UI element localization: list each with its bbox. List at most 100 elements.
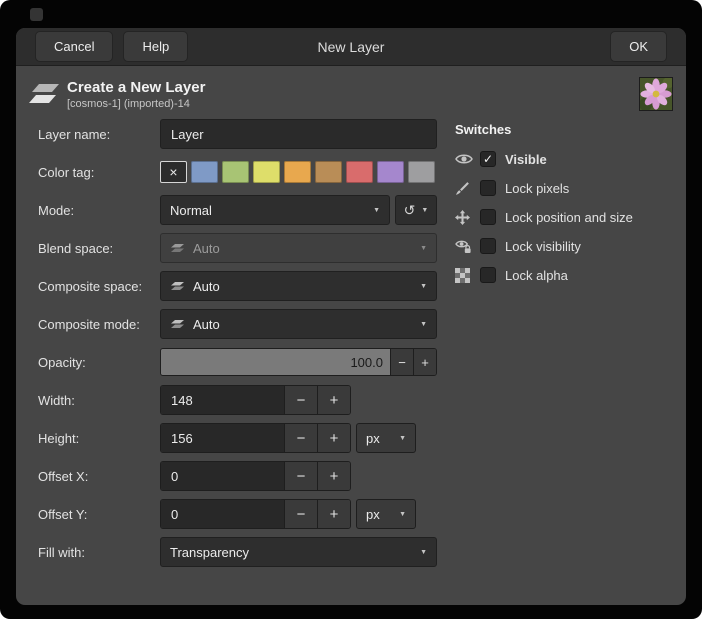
color-tag-red-swatch[interactable] bbox=[346, 161, 373, 183]
composite-mode-row: Composite mode: Auto ▼ bbox=[38, 309, 437, 339]
image-thumbnail bbox=[639, 77, 673, 111]
height-increment-button[interactable]: + bbox=[317, 424, 350, 452]
cross-icon: × bbox=[169, 165, 177, 179]
plus-icon: + bbox=[421, 355, 429, 370]
visible-checkbox[interactable]: ✓ bbox=[480, 151, 496, 167]
reset-icon: ↺ bbox=[404, 203, 416, 217]
help-button[interactable]: Help bbox=[123, 31, 188, 62]
dialog-window: Cancel Help New Layer OK Create a New La… bbox=[16, 28, 686, 605]
switch-label[interactable]: Lock pixels bbox=[505, 181, 569, 196]
chevron-down-icon: ▼ bbox=[420, 549, 427, 556]
switches-title: Switches bbox=[455, 122, 680, 137]
layer-icon bbox=[170, 319, 185, 329]
offset-x-increment-button[interactable]: + bbox=[317, 462, 350, 490]
blend-space-dropdown: Auto ▼ bbox=[160, 233, 437, 263]
blend-space-row: Blend space: Auto ▼ bbox=[38, 233, 437, 263]
fill-with-dropdown[interactable]: Transparency ▼ bbox=[160, 537, 437, 567]
new-layer-dialog: Cancel Help New Layer OK Create a New La… bbox=[0, 0, 702, 619]
chevron-down-icon: ▼ bbox=[420, 283, 427, 290]
chevron-down-icon: ▼ bbox=[399, 435, 406, 442]
visibility-lock-icon bbox=[455, 238, 474, 254]
offset-y-decrement-button[interactable]: − bbox=[284, 500, 317, 528]
mode-group-reset-dropdown[interactable]: ↺ ▼ bbox=[395, 195, 437, 225]
composite-space-row: Composite space: Auto ▼ bbox=[38, 271, 437, 301]
ok-button[interactable]: OK bbox=[610, 31, 667, 62]
height-decrement-button[interactable]: − bbox=[284, 424, 317, 452]
composite-mode-label: Composite mode: bbox=[38, 317, 160, 332]
color-tag-blue-swatch[interactable] bbox=[191, 161, 218, 183]
switch-lock-position-size[interactable]: ✓ Lock position and size bbox=[455, 206, 680, 228]
offset-x-decrement-button[interactable]: − bbox=[284, 462, 317, 490]
opacity-slider[interactable]: 100.0 bbox=[161, 349, 390, 375]
height-input[interactable] bbox=[161, 424, 284, 452]
alpha-checker-icon bbox=[455, 267, 474, 283]
color-tag-orange-swatch[interactable] bbox=[284, 161, 311, 183]
move-icon bbox=[455, 209, 474, 225]
mode-dropdown[interactable]: Normal ▼ bbox=[160, 195, 390, 225]
switch-lock-visibility[interactable]: ✓ Lock visibility bbox=[455, 235, 680, 257]
lock-alpha-checkbox[interactable]: ✓ bbox=[480, 267, 496, 283]
width-increment-button[interactable]: + bbox=[317, 386, 350, 414]
offset-y-input[interactable] bbox=[161, 500, 284, 528]
switch-label[interactable]: Lock visibility bbox=[505, 239, 581, 254]
opacity-decrement-button[interactable]: − bbox=[390, 349, 413, 375]
opacity-increment-button[interactable]: + bbox=[413, 349, 436, 375]
width-input[interactable] bbox=[161, 386, 284, 414]
chevron-down-icon: ▼ bbox=[399, 511, 406, 518]
lock-position-checkbox[interactable]: ✓ bbox=[480, 209, 496, 225]
plus-icon: + bbox=[330, 468, 339, 485]
switch-visible[interactable]: ✓ Visible bbox=[455, 148, 680, 170]
offset-x-label: Offset X: bbox=[38, 469, 160, 484]
mode-label: Mode: bbox=[38, 203, 160, 218]
switch-label[interactable]: Lock alpha bbox=[505, 268, 568, 283]
layer-stack-icon bbox=[28, 82, 60, 106]
width-decrement-button[interactable]: − bbox=[284, 386, 317, 414]
color-tag-swatches: × bbox=[160, 161, 437, 183]
composite-space-label: Composite space: bbox=[38, 279, 160, 294]
offset-unit-dropdown[interactable]: px ▼ bbox=[356, 499, 416, 529]
switch-lock-pixels[interactable]: ✓ Lock pixels bbox=[455, 177, 680, 199]
plus-icon: + bbox=[330, 392, 339, 409]
lock-pixels-checkbox[interactable]: ✓ bbox=[480, 180, 496, 196]
color-tag-yellow-swatch[interactable] bbox=[253, 161, 280, 183]
switch-label[interactable]: Visible bbox=[505, 152, 547, 167]
chevron-down-icon: ▼ bbox=[420, 245, 427, 252]
fill-with-label: Fill with: bbox=[38, 545, 160, 560]
chevron-down-icon: ▼ bbox=[421, 207, 428, 214]
layer-name-row: Layer name: bbox=[38, 119, 437, 149]
height-row: Height: − + px ▼ bbox=[38, 423, 437, 453]
color-tag-violet-swatch[interactable] bbox=[377, 161, 404, 183]
color-tag-brown-swatch[interactable] bbox=[315, 161, 342, 183]
switch-label[interactable]: Lock position and size bbox=[505, 210, 633, 225]
cancel-button[interactable]: Cancel bbox=[35, 31, 113, 62]
layer-form: Layer name: Color tag: × bbox=[38, 119, 437, 575]
minus-icon: − bbox=[398, 355, 406, 370]
composite-mode-dropdown[interactable]: Auto ▼ bbox=[160, 309, 437, 339]
window-icon bbox=[30, 8, 43, 21]
offset-x-input[interactable] bbox=[161, 462, 284, 490]
mode-row: Mode: Normal ▼ ↺ ▼ bbox=[38, 195, 437, 225]
chevron-down-icon: ▼ bbox=[373, 207, 380, 214]
opacity-row: Opacity: 100.0 − + bbox=[38, 347, 437, 377]
color-tag-gray-swatch[interactable] bbox=[408, 161, 435, 183]
plus-icon: + bbox=[330, 506, 339, 523]
opacity-label: Opacity: bbox=[38, 355, 160, 370]
layer-icon bbox=[170, 243, 185, 253]
minus-icon: − bbox=[297, 430, 306, 447]
size-unit-dropdown[interactable]: px ▼ bbox=[356, 423, 416, 453]
fill-with-row: Fill with: Transparency ▼ bbox=[38, 537, 437, 567]
page-title: Create a New Layer bbox=[67, 79, 205, 96]
offset-y-row: Offset Y: − + px ▼ bbox=[38, 499, 437, 529]
opacity-value: 100.0 bbox=[350, 355, 383, 370]
window-title: New Layer bbox=[318, 39, 385, 55]
color-tag-none-swatch[interactable]: × bbox=[160, 161, 187, 183]
lock-visibility-checkbox[interactable]: ✓ bbox=[480, 238, 496, 254]
image-name-subtitle: [cosmos-1] (imported)-14 bbox=[67, 98, 205, 110]
offset-y-increment-button[interactable]: + bbox=[317, 500, 350, 528]
color-tag-green-swatch[interactable] bbox=[222, 161, 249, 183]
blend-space-label: Blend space: bbox=[38, 241, 160, 256]
check-icon: ✓ bbox=[483, 153, 493, 165]
switch-lock-alpha[interactable]: ✓ Lock alpha bbox=[455, 264, 680, 286]
composite-space-dropdown[interactable]: Auto ▼ bbox=[160, 271, 437, 301]
layer-name-input[interactable] bbox=[160, 119, 437, 149]
